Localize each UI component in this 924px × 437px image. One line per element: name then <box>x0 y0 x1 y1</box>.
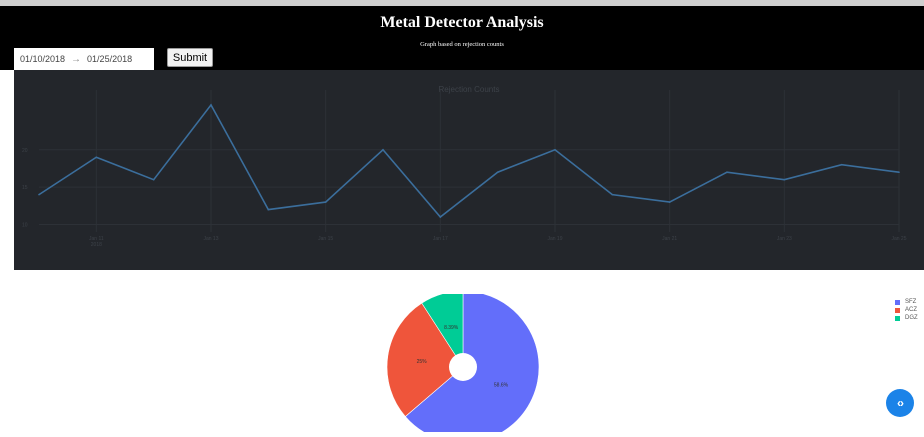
x-tick-label: Jan 17 <box>433 236 448 242</box>
pie-label: 25% <box>417 359 428 365</box>
legend-item[interactable]: ACZ <box>895 306 918 314</box>
pie-legend: SFZ ACZ DGZ <box>895 298 918 322</box>
code-nav-icon[interactable]: ‹› <box>886 389 914 417</box>
pie-label: 58.6% <box>494 382 509 388</box>
legend-item[interactable]: SFZ <box>895 298 918 306</box>
data-point <box>611 193 614 196</box>
arrow-right-icon: → <box>71 53 82 65</box>
legend-swatch <box>895 315 900 321</box>
data-point <box>267 208 270 211</box>
line-chart-svg: Rejection Counts101520Jan 112018Jan 13 Ja… <box>22 85 907 248</box>
legend-swatch <box>895 307 900 313</box>
data-point <box>783 178 786 181</box>
y-tick-label: 15 <box>22 185 28 191</box>
series-line <box>38 103 900 219</box>
x-tick-label: Jan 25 <box>891 236 906 242</box>
data-point <box>152 178 155 181</box>
pie-hole <box>449 353 477 381</box>
x-tick-label: 2018 <box>91 242 102 248</box>
chart-title: Rejection Counts <box>439 85 500 94</box>
data-point <box>95 156 98 159</box>
data-point <box>496 171 499 174</box>
pie-label: 8.39% <box>444 325 459 331</box>
y-tick-label: 10 <box>22 223 28 229</box>
header: Metal Detector Analysis Graph based on r… <box>0 6 924 70</box>
x-tick-label: Jan 21 <box>662 236 677 242</box>
legend-item[interactable]: DGZ <box>895 314 918 322</box>
data-point <box>898 171 900 174</box>
data-point <box>668 201 671 203</box>
data-point <box>439 216 442 218</box>
data-point <box>382 148 384 151</box>
y-tick-label: 20 <box>22 148 28 154</box>
page-subtitle: Graph based on rejection counts <box>420 41 504 48</box>
x-tick-label: Jan 19 <box>547 236 562 242</box>
data-point <box>840 163 843 166</box>
legend-label: DGZ <box>905 315 918 321</box>
data-point <box>210 104 212 106</box>
data-point <box>554 148 556 151</box>
legend-label: SFZ <box>905 299 917 305</box>
data-point <box>726 171 728 174</box>
x-tick-label: Jan 15 <box>318 236 333 242</box>
end-date-input[interactable]: 01/25/2018 <box>81 54 138 64</box>
legend-label: ACZ <box>905 307 917 313</box>
nav-label: ‹› <box>897 396 904 410</box>
x-tick-label: Jan 23 <box>777 236 792 242</box>
x-tick-label: Jan 13 <box>203 236 218 242</box>
date-range-picker[interactable]: 01/10/2018 → 01/25/2018 <box>14 48 154 70</box>
data-point <box>38 193 40 196</box>
data-point <box>324 201 327 203</box>
line-chart: Rejection Counts 10 15 20 Jan 11 2018 Jan 13 Ja… <box>14 70 924 270</box>
legend-swatch <box>895 299 900 305</box>
submit-button[interactable]: Submit <box>167 48 213 67</box>
pie-chart-svg: 58.6% 25% 8.39% <box>386 290 540 437</box>
pie-chart: 58.6% 25% 8.39% <box>380 290 550 437</box>
page-title: Metal Detector Analysis <box>380 14 544 31</box>
start-date-input[interactable]: 01/10/2018 <box>14 54 71 64</box>
